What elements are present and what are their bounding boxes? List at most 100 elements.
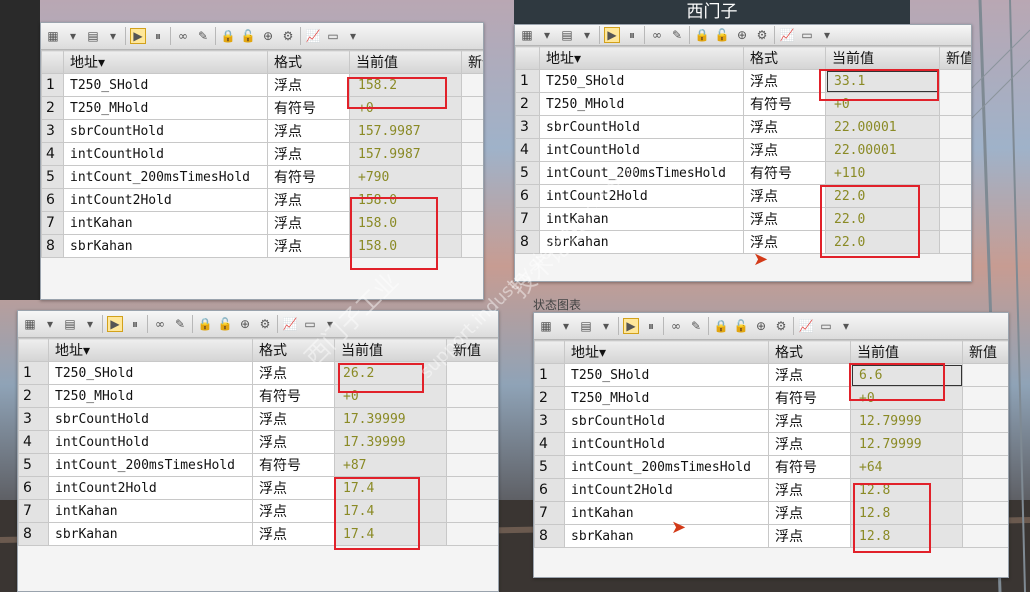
new-value-cell[interactable] [446, 384, 498, 408]
new-value-cell[interactable] [461, 73, 483, 97]
format-cell[interactable]: 浮点 [768, 478, 851, 502]
lock-read-icon[interactable]: ⚙ [257, 316, 273, 332]
address-cell[interactable]: intCount_200msTimesHold [564, 455, 769, 479]
new-value-cell[interactable] [939, 138, 971, 162]
lock-add-icon[interactable]: ⊕ [734, 27, 750, 43]
dropdown-icon[interactable]: ▾ [322, 316, 338, 332]
table-icon[interactable]: ▦ [22, 316, 38, 332]
table-row[interactable]: 4 intCountHold 浮点 12.79999 [534, 432, 1008, 456]
format-cell[interactable]: 有符号 [743, 92, 826, 116]
table-row[interactable]: 7 intKahan 浮点 158.0 [41, 211, 483, 235]
new-value-cell[interactable] [962, 386, 1008, 410]
dropdown-icon[interactable]: ▾ [579, 27, 595, 43]
format-header[interactable]: 格式 [768, 340, 851, 364]
table-row[interactable]: 5 intCount_200msTimesHold 有符号 +87 [18, 453, 498, 477]
address-cell[interactable]: sbrCountHold [539, 115, 744, 139]
current-value-header[interactable]: 当前值 [850, 340, 963, 364]
format-cell[interactable]: 有符号 [768, 386, 851, 410]
address-cell[interactable]: intCount2Hold [564, 478, 769, 502]
new-value-cell[interactable] [446, 522, 498, 546]
options-icon[interactable]: ▭ [818, 318, 834, 334]
table-row[interactable]: 5 intCount_200msTimesHold 有符号 +790 [41, 165, 483, 189]
new-value-cell[interactable] [962, 524, 1008, 548]
new-value-cell[interactable] [446, 407, 498, 431]
table-row[interactable]: 3 sbrCountHold 浮点 157.9987 [41, 119, 483, 143]
table-row[interactable]: 7 intKahan 浮点 22.0 [515, 207, 971, 231]
table2-icon[interactable]: ▤ [62, 316, 78, 332]
address-cell[interactable]: sbrCountHold [48, 407, 253, 431]
address-cell[interactable]: sbrKahan [564, 524, 769, 548]
new-value-cell[interactable] [962, 363, 1008, 387]
address-cell[interactable]: T250_MHold [63, 96, 268, 120]
glasses-icon[interactable]: ∞ [152, 316, 168, 332]
format-header[interactable]: 格式 [743, 46, 826, 70]
table-row[interactable]: 1 T250_SHold 浮点 6.6 [534, 363, 1008, 387]
address-cell[interactable]: intKahan [539, 207, 744, 231]
options-icon[interactable]: ▭ [325, 28, 341, 44]
address-cell[interactable]: T250_SHold [564, 363, 769, 387]
address-cell[interactable]: intCount2Hold [539, 184, 744, 208]
options-icon[interactable]: ▭ [799, 27, 815, 43]
format-cell[interactable]: 浮点 [252, 499, 335, 523]
format-cell[interactable]: 浮点 [267, 188, 350, 212]
format-header[interactable]: 格式 [252, 338, 335, 362]
format-cell[interactable]: 有符号 [252, 453, 335, 477]
new-value-cell[interactable] [446, 476, 498, 500]
table-row[interactable]: 2 T250_MHold 有符号 +0 [515, 92, 971, 116]
address-cell[interactable]: intCountHold [564, 432, 769, 456]
format-cell[interactable]: 浮点 [768, 432, 851, 456]
address-cell[interactable]: intCountHold [539, 138, 744, 162]
new-value-cell[interactable] [939, 69, 971, 93]
unlock-icon[interactable]: 🔓 [240, 28, 256, 44]
address-cell[interactable]: T250_SHold [63, 73, 268, 97]
lock-icon[interactable]: 🔒 [694, 27, 710, 43]
address-cell[interactable]: intCount2Hold [63, 188, 268, 212]
new-value-cell[interactable] [446, 430, 498, 454]
dropdown-icon[interactable]: ▾ [598, 318, 614, 334]
pencil-icon[interactable]: ✎ [669, 27, 685, 43]
dropdown-icon[interactable]: ▾ [65, 28, 81, 44]
new-value-cell[interactable] [446, 361, 498, 385]
pencil-icon[interactable]: ✎ [172, 316, 188, 332]
address-header[interactable]: 地址▾ [564, 340, 769, 364]
table-icon[interactable]: ▦ [519, 27, 535, 43]
format-cell[interactable]: 浮点 [743, 207, 826, 231]
dropdown-icon[interactable]: ▾ [42, 316, 58, 332]
address-cell[interactable]: intCountHold [48, 430, 253, 454]
dropdown-icon[interactable]: ▾ [539, 27, 555, 43]
glasses-icon[interactable]: ∞ [649, 27, 665, 43]
address-cell[interactable]: intKahan [63, 211, 268, 235]
table-row[interactable]: 3 sbrCountHold 浮点 17.39999 [18, 407, 498, 431]
pause-icon[interactable]: ⏸ [643, 318, 659, 334]
format-cell[interactable]: 浮点 [252, 407, 335, 431]
format-cell[interactable]: 浮点 [252, 522, 335, 546]
format-header[interactable]: 格式 [267, 50, 350, 74]
table-row[interactable]: 4 intCountHold 浮点 22.00001 [515, 138, 971, 162]
format-cell[interactable]: 浮点 [267, 73, 350, 97]
address-cell[interactable]: intCount_200msTimesHold [48, 453, 253, 477]
new-value-cell[interactable] [962, 501, 1008, 525]
format-cell[interactable]: 浮点 [267, 142, 350, 166]
pause-icon[interactable]: ⏸ [127, 316, 143, 332]
new-value-cell[interactable] [939, 92, 971, 116]
chart-icon[interactable]: 📈 [282, 316, 298, 332]
dropdown-icon[interactable]: ▾ [345, 28, 361, 44]
table-row[interactable]: 8 sbrKahan 浮点 12.8 [534, 524, 1008, 548]
address-cell[interactable]: sbrKahan [539, 230, 744, 254]
address-header[interactable]: 地址▾ [63, 50, 268, 74]
run-icon[interactable]: ▶ [604, 27, 620, 43]
format-cell[interactable]: 浮点 [267, 119, 350, 143]
address-header[interactable]: 地址▾ [539, 46, 744, 70]
lock-add-icon[interactable]: ⊕ [753, 318, 769, 334]
run-icon[interactable]: ▶ [107, 316, 123, 332]
run-icon[interactable]: ▶ [130, 28, 146, 44]
dropdown-icon[interactable]: ▾ [82, 316, 98, 332]
table-row[interactable]: 8 sbrKahan 浮点 17.4 [18, 522, 498, 546]
address-cell[interactable]: sbrKahan [63, 234, 268, 258]
table2-icon[interactable]: ▤ [578, 318, 594, 334]
format-cell[interactable]: 浮点 [768, 363, 851, 387]
format-cell[interactable]: 浮点 [252, 476, 335, 500]
lock-icon[interactable]: 🔒 [220, 28, 236, 44]
address-cell[interactable]: T250_SHold [539, 69, 744, 93]
address-cell[interactable]: sbrCountHold [564, 409, 769, 433]
